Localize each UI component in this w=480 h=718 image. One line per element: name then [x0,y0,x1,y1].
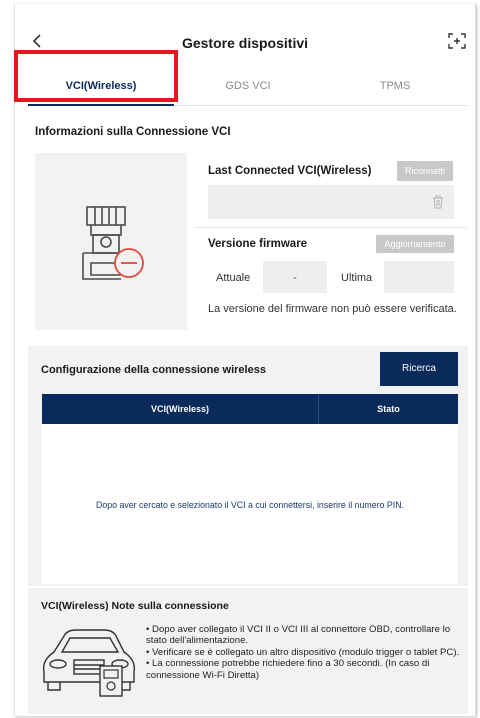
table-header: VCI(Wireless) Stato [42,394,458,424]
expand-icon[interactable] [448,33,466,49]
latest-version-label: Ultima [341,272,373,284]
empty-table-message: Dopo aver cercato e selezionato il VCI a… [95,500,405,510]
highlight-box [14,50,178,102]
wireless-config-title: Configurazione della connessione wireles… [41,364,266,376]
notes-title: VCI(Wireless) Note sulla connessione [41,600,229,612]
search-button[interactable]: Ricerca [380,352,458,386]
tab-gds-vci[interactable]: GDS VCI [174,66,322,106]
current-version-value: - [293,272,297,284]
latest-version-field [384,261,454,293]
last-connected-value [208,185,454,219]
current-version-label: Attuale [216,272,251,284]
update-firmware-button[interactable]: Aggiornamento [376,235,454,253]
trash-icon[interactable] [432,195,444,209]
wireless-config-section: Configurazione della connessione wireles… [28,346,468,586]
firmware-label: Versione firmware [208,238,308,250]
last-connected-label: Last Connected VCI(Wireless) [208,165,372,177]
connection-notes-section: VCI(Wireless) Note sulla connessione • D… [28,588,468,714]
current-version-field: - [263,261,327,293]
vci-device-disconnected-icon [82,206,144,280]
reconnect-button[interactable]: Riconnetti [397,161,453,181]
active-tab-indicator [28,104,174,106]
vci-table: VCI(Wireless) Stato Dopo aver cercato e … [42,394,458,584]
connection-panel: Last Connected VCI(Wireless) Riconnetti … [195,153,467,339]
firmware-message: La versione del firmware non può essere … [208,303,457,315]
page-title: Gestore dispositivi [181,35,309,51]
connection-info-title: Informazioni sulla Connessione VCI [35,126,231,138]
panel-divider [195,227,467,228]
car-obd-illustration-icon [42,629,136,697]
note-line: • Verificare se è collegato un altro dis… [146,646,460,658]
notes-text: • Dopo aver collegato il VCI II o VCI II… [146,624,464,681]
note-line: • Dopo aver collegato il VCI II o VCI II… [146,624,451,647]
note-line: • La connessione potrebbe richiedere fin… [146,658,430,681]
tab-tpms[interactable]: TPMS [322,66,468,106]
vci-device-image [35,153,187,330]
column-header-status: Stato [377,404,400,414]
column-header-vci: VCI(Wireless) [151,404,209,414]
